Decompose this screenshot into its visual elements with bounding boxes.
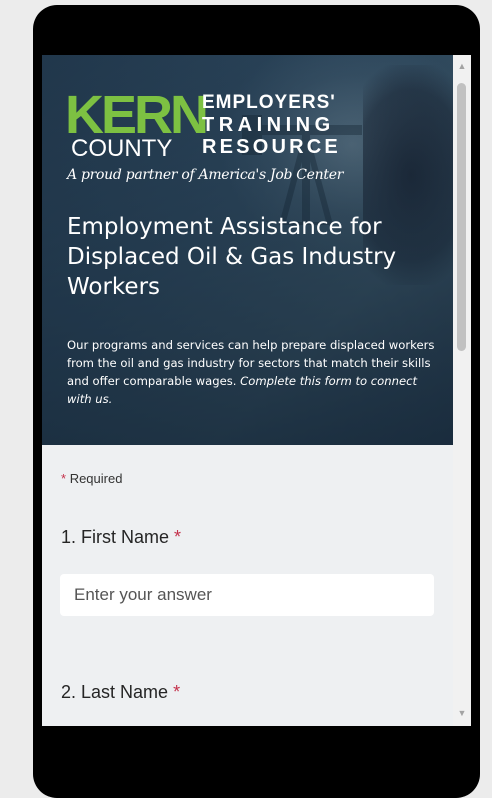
form-description: Our programs and services can help prepa… — [67, 338, 435, 406]
kern-county-logo: KERN COUNTY EMPLOYERS' TRAINING RESOURCE… — [65, 88, 355, 193]
form-title: Employment Assistance for Displaced Oil … — [67, 214, 397, 300]
first-name-input[interactable] — [60, 574, 434, 616]
logo-employers-training-resource: EMPLOYERS' TRAINING RESOURCE — [202, 92, 341, 158]
required-star: * — [174, 527, 182, 547]
logo-kern: KERN — [65, 85, 209, 145]
question-first-name-label: 1. First Name * — [61, 527, 182, 547]
form-content: KERN COUNTY EMPLOYERS' TRAINING RESOURCE… — [42, 55, 453, 726]
required-star: * — [61, 471, 67, 486]
required-note: * Required — [61, 471, 123, 486]
form-viewport: KERN COUNTY EMPLOYERS' TRAINING RESOURCE… — [42, 55, 471, 726]
question-last-name-label: 2. Last Name * — [61, 682, 181, 702]
scroll-up-arrow-icon[interactable]: ▲ — [453, 57, 471, 75]
required-star: * — [173, 682, 181, 702]
header-banner: KERN COUNTY EMPLOYERS' TRAINING RESOURCE… — [42, 55, 453, 445]
logo-tagline: A proud partner of America's Job Center — [67, 167, 344, 183]
scrollbar-thumb[interactable] — [457, 83, 466, 351]
logo-county: COUNTY — [71, 135, 173, 162]
scrollbar[interactable]: ▲ ▼ — [453, 55, 471, 726]
scroll-down-arrow-icon[interactable]: ▼ — [453, 704, 471, 722]
